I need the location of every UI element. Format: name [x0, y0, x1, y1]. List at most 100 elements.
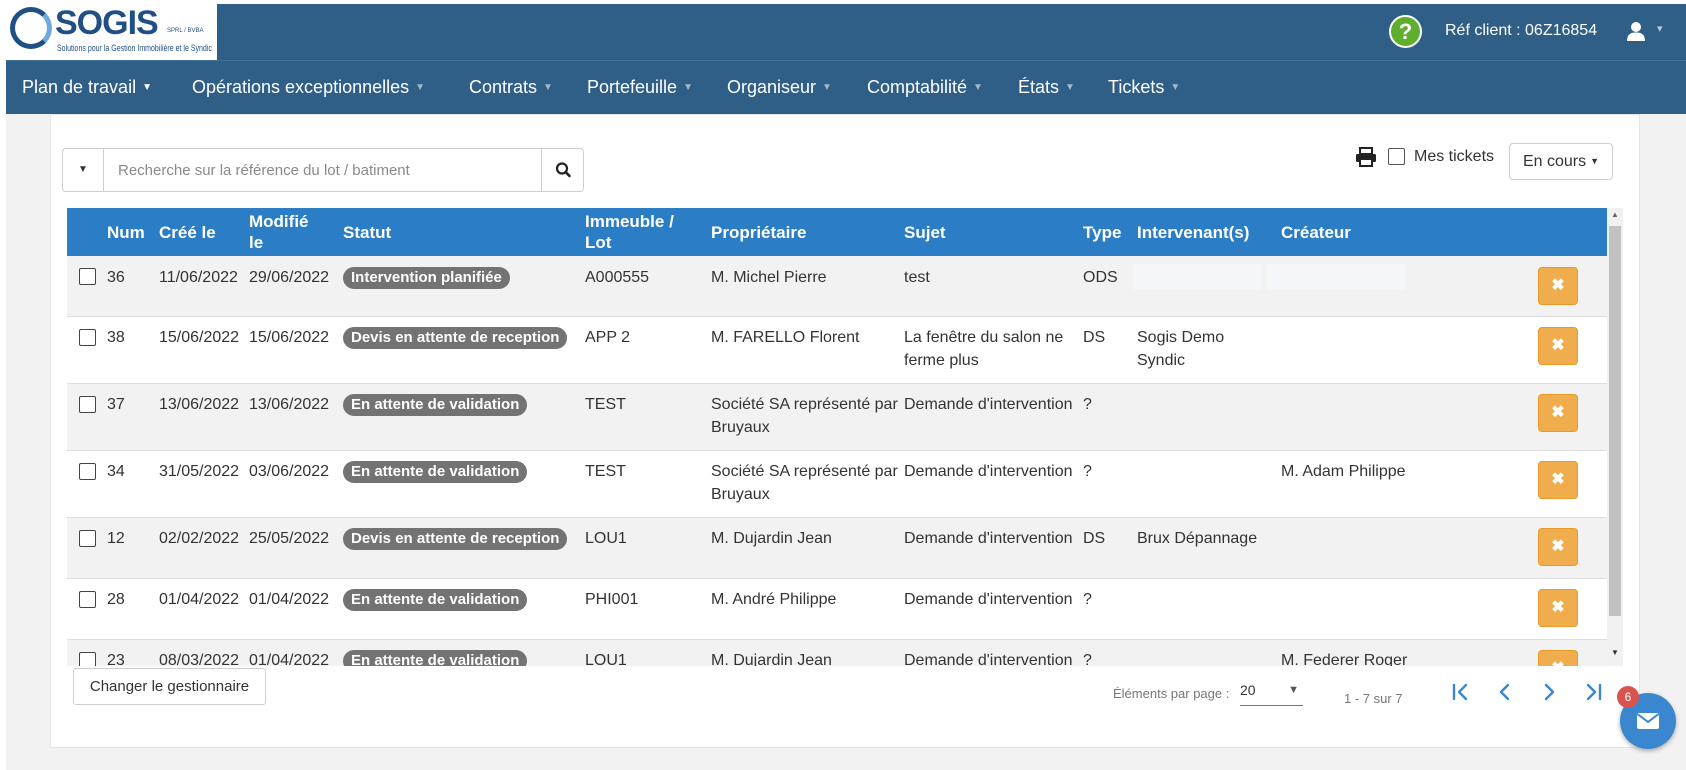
table-row[interactable]: 36 11/06/2022 29/06/2022 Intervention pl… [67, 256, 1607, 317]
table-row[interactable]: 38 15/06/2022 15/06/2022 Devis en attent… [67, 317, 1607, 384]
col-cree-le[interactable]: Créé le [159, 222, 216, 243]
sujet-line1: La fenêtre du salon ne [904, 329, 1064, 346]
delete-button[interactable]: ✖ [1538, 327, 1578, 365]
cell-createur: M. Adam Philippe [1281, 463, 1406, 480]
prop-line1: M. Michel Pierre [711, 269, 827, 286]
sujet-line2: ferme plus [904, 352, 979, 369]
col-statut[interactable]: Statut [343, 222, 391, 243]
cell-type: ODS [1083, 269, 1118, 286]
prop-line1: M. André Philippe [711, 591, 837, 608]
cell-cree: 08/03/2022 [159, 652, 240, 666]
col-intervenants[interactable]: Intervenant(s) [1137, 222, 1249, 243]
table-row[interactable]: 28 01/04/2022 01/04/2022 En attente de v… [67, 579, 1607, 640]
chevron-down-icon: ▼ [822, 82, 832, 93]
cell-sujet: Demande d'intervention [904, 527, 1073, 550]
col-type[interactable]: Type [1083, 222, 1121, 243]
user-icon[interactable] [1625, 20, 1647, 42]
col-proprietaire[interactable]: Propriétaire [711, 222, 806, 243]
row-checkbox[interactable] [79, 396, 96, 413]
status-filter-dropdown[interactable]: En cours ▼ [1509, 143, 1613, 180]
col-immeuble-lot[interactable]: Immeuble / Lot [585, 211, 674, 253]
cell-type: ? [1083, 591, 1092, 608]
chevron-down-icon: ▼ [142, 82, 152, 93]
col-modifie-le[interactable]: Modifié le [249, 211, 309, 253]
logo-ring-icon [10, 7, 52, 49]
nav-portefeuille[interactable]: Portefeuille ▼ [587, 77, 693, 98]
col-num[interactable]: Num [107, 222, 145, 243]
first-page-icon[interactable] [1448, 680, 1474, 704]
table-row[interactable]: 12 02/02/2022 25/05/2022 Devis en attent… [67, 518, 1607, 579]
scroll-down-arrow-icon[interactable]: ▼ [1607, 648, 1623, 657]
row-checkbox[interactable] [79, 652, 96, 666]
user-menu-caret[interactable]: ▾ [1657, 22, 1663, 35]
cell-modifie: 29/06/2022 [249, 269, 330, 286]
nav-operations-exceptionnelles[interactable]: Opérations exceptionnelles ▼ [192, 77, 425, 98]
cell-type: DS [1083, 530, 1106, 547]
close-icon: ✖ [1551, 471, 1565, 488]
cell-num: 37 [107, 396, 125, 413]
status-badge: En attente de validation [343, 589, 528, 611]
delete-button[interactable]: ✖ [1538, 650, 1578, 666]
delete-button[interactable]: ✖ [1538, 394, 1578, 432]
changer-gestionnaire-button[interactable]: Changer le gestionnaire [73, 668, 266, 705]
delete-button[interactable]: ✖ [1538, 589, 1578, 627]
search-filter-dropdown[interactable]: ▼ [63, 149, 104, 191]
cell-proprietaire: Société SA représenté par Bruyaux [711, 460, 898, 506]
table-row[interactable]: 34 31/05/2022 03/06/2022 En attente de v… [67, 451, 1607, 518]
interv-line1: Brux Dépannage [1137, 530, 1258, 547]
row-checkbox[interactable] [79, 591, 96, 608]
nav-contrats[interactable]: Contrats ▼ [469, 77, 553, 98]
search-icon [555, 162, 571, 178]
close-icon: ✖ [1551, 599, 1565, 616]
nav-tickets[interactable]: Tickets ▼ [1108, 77, 1180, 98]
col-modifie-line2: le [249, 233, 264, 252]
sogis-logo[interactable]: SOGIS SPRL / BVBA Solutions pour la Gest… [6, 4, 217, 60]
nav-label: Organiseur [727, 77, 817, 97]
sujet-line1: test [904, 269, 930, 286]
col-createur[interactable]: Créateur [1281, 222, 1351, 243]
scroll-thumb[interactable] [1609, 226, 1621, 616]
next-page-icon[interactable] [1536, 680, 1562, 704]
table-row[interactable]: 37 13/06/2022 13/06/2022 En attente de v… [67, 384, 1607, 451]
cell-lot: APP 2 [585, 329, 631, 346]
row-checkbox[interactable] [79, 530, 96, 547]
search-input[interactable] [104, 149, 504, 191]
cell-proprietaire: M. André Philippe [711, 588, 836, 611]
cell-sujet: Demande d'intervention [904, 588, 1073, 611]
table-row[interactable]: 23 08/03/2022 01/04/2022 En attente de v… [67, 640, 1607, 666]
delete-button[interactable]: ✖ [1538, 267, 1578, 305]
cell-createur: M. Federer Roger [1281, 652, 1408, 666]
nav-etats[interactable]: États ▼ [1018, 77, 1075, 98]
row-checkbox[interactable] [79, 329, 96, 346]
last-page-icon[interactable] [1580, 680, 1606, 704]
delete-button[interactable]: ✖ [1538, 461, 1578, 499]
row-checkbox[interactable] [79, 268, 96, 285]
print-icon[interactable] [1355, 147, 1377, 167]
cell-sujet: Demande d'intervention [904, 649, 1073, 666]
nav-label: Comptabilité [867, 77, 968, 97]
cell-intervenants: Sogis Demo Syndic [1137, 326, 1224, 372]
delete-button[interactable]: ✖ [1538, 528, 1578, 566]
cell-lot: A000555 [585, 269, 650, 286]
previous-page-icon[interactable] [1492, 680, 1518, 704]
table-scrollbar[interactable]: ▲ ▼ [1607, 208, 1623, 666]
nav-plan-de-travail[interactable]: Plan de travail ▼ [22, 77, 152, 98]
search-button[interactable] [541, 149, 584, 191]
help-icon[interactable]: ? [1389, 15, 1422, 48]
cell-lot: LOU1 [585, 652, 627, 666]
cell-cree: 02/02/2022 [159, 530, 240, 547]
cell-type: DS [1083, 329, 1106, 346]
per-page-value: 20 [1240, 682, 1256, 698]
nav-comptabilite[interactable]: Comptabilité ▼ [867, 77, 983, 98]
col-sujet[interactable]: Sujet [904, 222, 946, 243]
chevron-down-icon: ▼ [683, 82, 693, 93]
mes-tickets-checkbox[interactable] [1388, 148, 1405, 165]
nav-organiseur[interactable]: Organiseur ▼ [727, 77, 832, 98]
nav-label: Tickets [1108, 77, 1165, 97]
per-page-select[interactable]: 20 ▼ [1240, 682, 1303, 706]
sujet-line1: Demande d'intervention [904, 652, 1073, 666]
row-checkbox[interactable] [79, 463, 96, 480]
chevron-down-icon: ▼ [1590, 156, 1600, 166]
status-filter-label: En cours [1522, 153, 1587, 170]
scroll-up-arrow-icon[interactable]: ▲ [1607, 210, 1623, 219]
